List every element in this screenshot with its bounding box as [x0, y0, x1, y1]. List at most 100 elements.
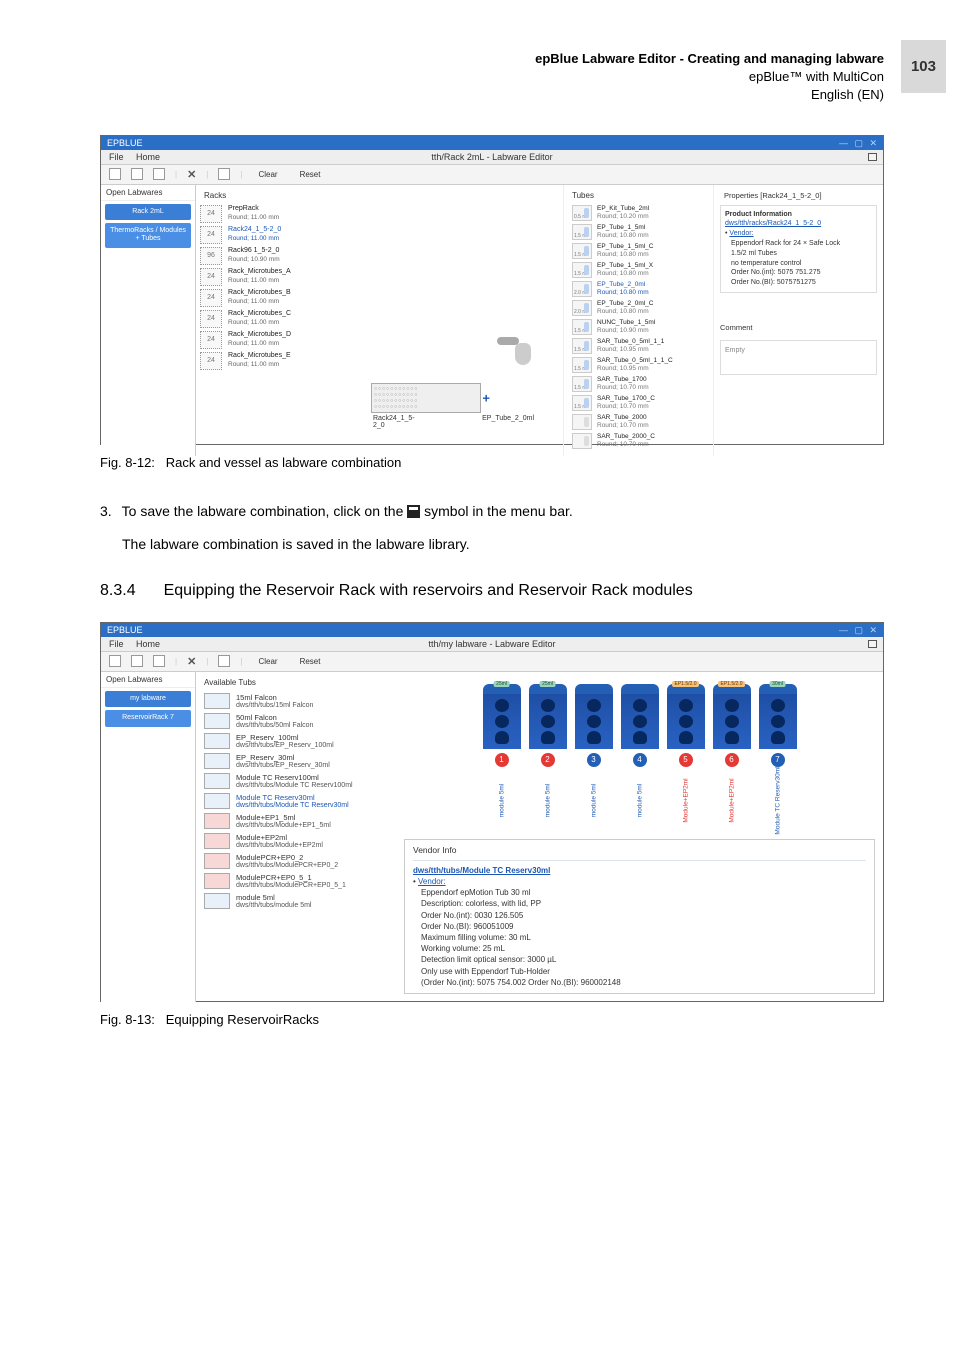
rack-list-item[interactable]: 24 PrepRack Round; 11.00 mm: [200, 205, 362, 223]
rack-name: Rack24_1_5-2_0: [228, 226, 281, 234]
clear-button[interactable]: Clear: [252, 169, 283, 180]
module-label: Module TC Reserv30ml: [774, 766, 781, 834]
vendor-l7: Detection limit optical sensor: 3000 µL: [421, 954, 866, 965]
restore-icon-b[interactable]: [868, 640, 877, 648]
rack-list-item[interactable]: 24 Rack_Microtubes_C Round; 11.00 mm: [200, 310, 362, 328]
reservoir-module[interactable]: 3 module 5ml: [575, 684, 613, 827]
tub-name: Module TC Reserv100ml: [236, 773, 353, 782]
tub-path: dws/tth/tubs/Module+EP2ml: [236, 842, 323, 849]
sidebar-item-reservoirrack7[interactable]: ReservoirRack 7: [105, 710, 191, 726]
tub-list-item[interactable]: Module TC Reserv30ml dws/tth/tubs/Module…: [204, 793, 388, 809]
tub-list-item[interactable]: module 5ml dws/tth/tubs/module 5ml: [204, 893, 388, 909]
save-as-icon-b[interactable]: [131, 655, 143, 667]
reset-button-b[interactable]: Reset: [294, 656, 327, 667]
delete-icon-b[interactable]: ✕: [187, 655, 196, 668]
props-link[interactable]: dws/tth/racks/Rack24_1_5-2_0: [725, 219, 872, 229]
tube-list-item[interactable]: 1.5 ml SAR_Tube_1700_C Round; 10.70 mm: [572, 395, 705, 411]
menu-home[interactable]: Home: [136, 152, 160, 162]
reservoir-module[interactable]: 30ml 7 Module TC Reserv30ml: [759, 684, 797, 827]
rack-thumb-icon: 24: [200, 310, 222, 328]
clear-button-b[interactable]: Clear: [252, 656, 283, 667]
rack-list-item[interactable]: 24 Rack_Microtubes_B Round; 11.00 mm: [200, 289, 362, 307]
delete-icon[interactable]: ✕: [187, 168, 196, 181]
tube-list-item[interactable]: 1.5 ml SAR_Tube_0_5ml_1_1 Round; 10.95 m…: [572, 338, 705, 354]
tub-thumb-icon: [204, 773, 230, 789]
search-icon-b[interactable]: [218, 655, 230, 667]
tube-list-item[interactable]: SAR_Tube_2000_C Round; 10.70 mm: [572, 433, 705, 449]
module-badge: EP1.5/2.0: [718, 681, 746, 687]
menu-file[interactable]: File: [109, 152, 124, 162]
tube-list-item[interactable]: 1.5 ml SAR_Tube_1700 Round; 10.70 mm: [572, 376, 705, 392]
rack-list-item[interactable]: 24 Rack24_1_5-2_0 Round; 11.00 mm: [200, 226, 362, 244]
reservoir-module[interactable]: 25ml 1 module 5ml: [483, 684, 521, 827]
tub-list-item[interactable]: 50ml Falcon dws/tth/tubs/50ml Falcon: [204, 713, 388, 729]
tube-dim: Round; 10.80 mm: [597, 270, 653, 278]
tube-list-item[interactable]: 2.0 ml EP_Tube_2_0ml_C Round; 10.80 mm: [572, 300, 705, 316]
tube-list-item[interactable]: 1.5 ml EP_Tube_1_5ml_C Round; 10.80 mm: [572, 243, 705, 259]
module-label: Module+EP2ml: [682, 778, 689, 822]
tube-thumb-icon: 1.5 ml: [572, 338, 592, 354]
vendor-link[interactable]: dws/tth/tubs/Module TC Reserv30ml: [413, 865, 866, 876]
tube-list-item[interactable]: 1.5 ml EP_Tube_1_5ml_X Round; 10.80 mm: [572, 262, 705, 278]
menu-home-b[interactable]: Home: [136, 639, 160, 649]
tube-list-item[interactable]: 1.5 ml NUNC_Tube_1_5ml Round; 10.90 mm: [572, 319, 705, 335]
tube-thumb-icon: [572, 414, 592, 430]
restore-icon[interactable]: [868, 153, 877, 161]
rack-list-item[interactable]: 24 Rack_Microtubes_E Round; 11.00 mm: [200, 352, 362, 370]
tub-name: 15ml Falcon: [236, 693, 313, 702]
vendor-bullet[interactable]: Vendor:: [729, 230, 753, 237]
vendor-bullet-b[interactable]: Vendor:: [418, 877, 446, 886]
tube-list-item[interactable]: 0.5 ml EP_Kit_Tube_2ml Round; 10.20 mm: [572, 205, 705, 221]
rack-name: Rack_Microtubes_A: [228, 268, 291, 276]
reload-icon-b[interactable]: [153, 655, 165, 667]
search-icon[interactable]: [218, 168, 230, 180]
save-icon-b[interactable]: [109, 655, 121, 667]
reset-button[interactable]: Reset: [294, 169, 327, 180]
tube-dim: Round; 10.80 mm: [597, 232, 649, 240]
menu-file-b[interactable]: File: [109, 639, 124, 649]
tub-list-item[interactable]: EP_Reserv_30ml dws/tth/tubs/EP_Reserv_30…: [204, 753, 388, 769]
tube-thumb-icon: [572, 433, 592, 449]
save-icon[interactable]: [109, 168, 121, 180]
sidebar-item-mylabware[interactable]: my labware: [105, 691, 191, 707]
window-controls-icon[interactable]: — ▢ ✕: [839, 138, 879, 149]
tub-list-item[interactable]: ModulePCR+EP0_2 dws/tth/tubs/ModulePCR+E…: [204, 853, 388, 869]
reservoir-module[interactable]: EP1.5/2.0 5 Module+EP2ml: [667, 684, 705, 827]
tube-list-item[interactable]: SAR_Tube_2000 Round; 10.70 mm: [572, 414, 705, 430]
tub-path: dws/tth/tubs/EP_Reserv_30ml: [236, 762, 330, 769]
tube-thumb-icon: 1.5 ml: [572, 395, 592, 411]
tub-list-item[interactable]: Module TC Reserv100ml dws/tth/tubs/Modul…: [204, 773, 388, 789]
module-label: module 5ml: [636, 784, 643, 818]
tube-list-item[interactable]: 2.0 ml EP_Tube_2_0ml Round; 10.80 mm: [572, 281, 705, 297]
tub-list-item[interactable]: EP_Reserv_100ml dws/tth/tubs/EP_Reserv_1…: [204, 733, 388, 749]
rack-list-item[interactable]: 96 Rack96 1_5-2_0 Round; 10.90 mm: [200, 247, 362, 265]
rack-thumb-icon: 24: [200, 331, 222, 349]
tube-name: NUNC_Tube_1_5ml: [597, 319, 655, 327]
tube-dim: Round; 10.20 mm: [597, 213, 649, 221]
app-title-a: EPBLUE: [107, 138, 143, 148]
module-number: 5: [679, 753, 693, 767]
tub-list-item[interactable]: Module+EP2ml dws/tth/tubs/Module+EP2ml: [204, 833, 388, 849]
tube-list-item[interactable]: 1.5 ml EP_Tube_1_5ml Round; 10.80 mm: [572, 224, 705, 240]
reservoir-module[interactable]: 25ml 2 module 5ml: [529, 684, 567, 827]
reservoir-module[interactable]: EP1.5/2.0 6 Module+EP2ml: [713, 684, 751, 827]
rack-list-item[interactable]: 24 Rack_Microtubes_D Round; 11.00 mm: [200, 331, 362, 349]
save-as-icon[interactable]: [131, 168, 143, 180]
tub-list-item[interactable]: 15ml Falcon dws/tth/tubs/15ml Falcon: [204, 693, 388, 709]
tube-name: SAR_Tube_0_5ml_1_1: [597, 338, 664, 346]
reload-icon[interactable]: [153, 168, 165, 180]
rack-list-item[interactable]: 24 Rack_Microtubes_A Round; 11.00 mm: [200, 268, 362, 286]
tube-dim: Round; 10.95 mm: [597, 346, 664, 354]
tube-list-item[interactable]: 1.5 ml SAR_Tube_0_5ml_1_1_C Round; 10.95…: [572, 357, 705, 373]
window-controls-icon-b[interactable]: — ▢ ✕: [839, 625, 879, 636]
tub-list-item[interactable]: Module+EP1_5ml dws/tth/tubs/Module+EP1_5…: [204, 813, 388, 829]
vendor-l9: (Order No.(int): 5075 754.002 Order No.(…: [421, 977, 866, 988]
screenshot-rack-vessel: EPBLUE — ▢ ✕ File Home tth/Rack 2mL - La…: [100, 135, 884, 445]
step3-text-a: To save the labware combination, click o…: [122, 503, 408, 519]
reservoir-module[interactable]: 4 module 5ml: [621, 684, 659, 827]
sidebar-item-rack2ml[interactable]: Rack 2mL: [105, 204, 191, 220]
sidebar-item-thermoracks[interactable]: ThermoRacks / Modules + Tubes: [105, 223, 191, 248]
module-label: module 5ml: [544, 784, 551, 818]
tub-list-item[interactable]: ModulePCR+EP0_5_1 dws/tth/tubs/ModulePCR…: [204, 873, 388, 889]
save-symbol-icon: [407, 505, 420, 518]
